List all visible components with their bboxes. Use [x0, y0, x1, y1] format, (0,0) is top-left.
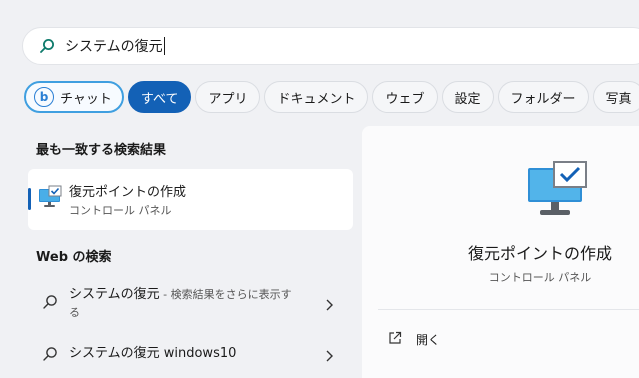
web-result-query: システムの復元: [69, 287, 160, 302]
chevron-right-icon: [324, 297, 334, 311]
detail-app-subtitle: コントロール パネル: [488, 271, 592, 284]
web-result-row[interactable]: システムの復元 windows10: [28, 340, 353, 370]
tab-label: フォルダー: [510, 91, 576, 107]
web-result-text: システムの復元 - 検索結果をさらに表示する: [69, 286, 319, 322]
tab-chat[interactable]: b チャット: [24, 81, 124, 113]
tab-label: アプリ: [208, 91, 248, 107]
search-icon: [42, 346, 58, 362]
tab-folders[interactable]: フォルダー: [497, 81, 589, 113]
selection-indicator: [28, 188, 31, 210]
chevron-right-icon: [324, 348, 334, 362]
search-icon: [42, 294, 58, 310]
tab-label: ドキュメント: [277, 91, 356, 107]
tab-settings[interactable]: 設定: [441, 81, 494, 113]
search-icon: [39, 38, 55, 54]
search-box[interactable]: システムの復元: [22, 27, 639, 65]
text-caret: [163, 37, 165, 55]
web-result-row[interactable]: システムの復元 - 検索結果をさらに表示する: [28, 284, 353, 326]
tab-label: ウェブ: [385, 91, 425, 107]
open-label: 開く: [416, 333, 441, 347]
tab-all[interactable]: すべて: [127, 81, 192, 113]
tab-label: 写真: [605, 91, 632, 107]
control-panel-monitor-icon: [38, 185, 62, 209]
open-button[interactable]: 開く: [388, 331, 440, 348]
search-input[interactable]: システムの復元: [65, 36, 163, 56]
web-search-heading: Web の検索: [36, 250, 112, 265]
web-result-hint-wrap: る: [69, 306, 80, 319]
web-result-hint: - 検索結果をさらに表示す: [159, 288, 292, 301]
tab-label: すべて: [140, 91, 179, 107]
bing-icon: b: [34, 87, 54, 107]
tab-label: チャット: [60, 91, 112, 107]
web-result-query: システムの復元 windows10: [69, 346, 237, 361]
detail-app-name: 復元ポイントの作成: [467, 244, 612, 263]
control-panel-monitor-icon: [526, 160, 590, 220]
best-match-result[interactable]: 復元ポイントの作成 コントロール パネル: [28, 169, 353, 230]
tab-photos[interactable]: 写真: [592, 81, 639, 113]
tab-apps[interactable]: アプリ: [195, 81, 261, 113]
filter-tabs: b チャット すべて アプリ ドキュメント ウェブ 設定 フォルダー 写真: [24, 80, 639, 114]
best-match-subtitle: コントロール パネル: [69, 204, 172, 217]
best-match-name: 復元ポイントの作成: [69, 185, 187, 200]
open-external-icon: [388, 331, 402, 348]
divider: [378, 309, 639, 310]
tab-label: 設定: [454, 91, 481, 107]
tab-documents[interactable]: ドキュメント: [264, 81, 369, 113]
detail-panel: 復元ポイントの作成 コントロール パネル 開く: [362, 126, 639, 378]
best-match-heading: 最も一致する検索結果: [36, 143, 167, 158]
tab-web[interactable]: ウェブ: [372, 81, 438, 113]
